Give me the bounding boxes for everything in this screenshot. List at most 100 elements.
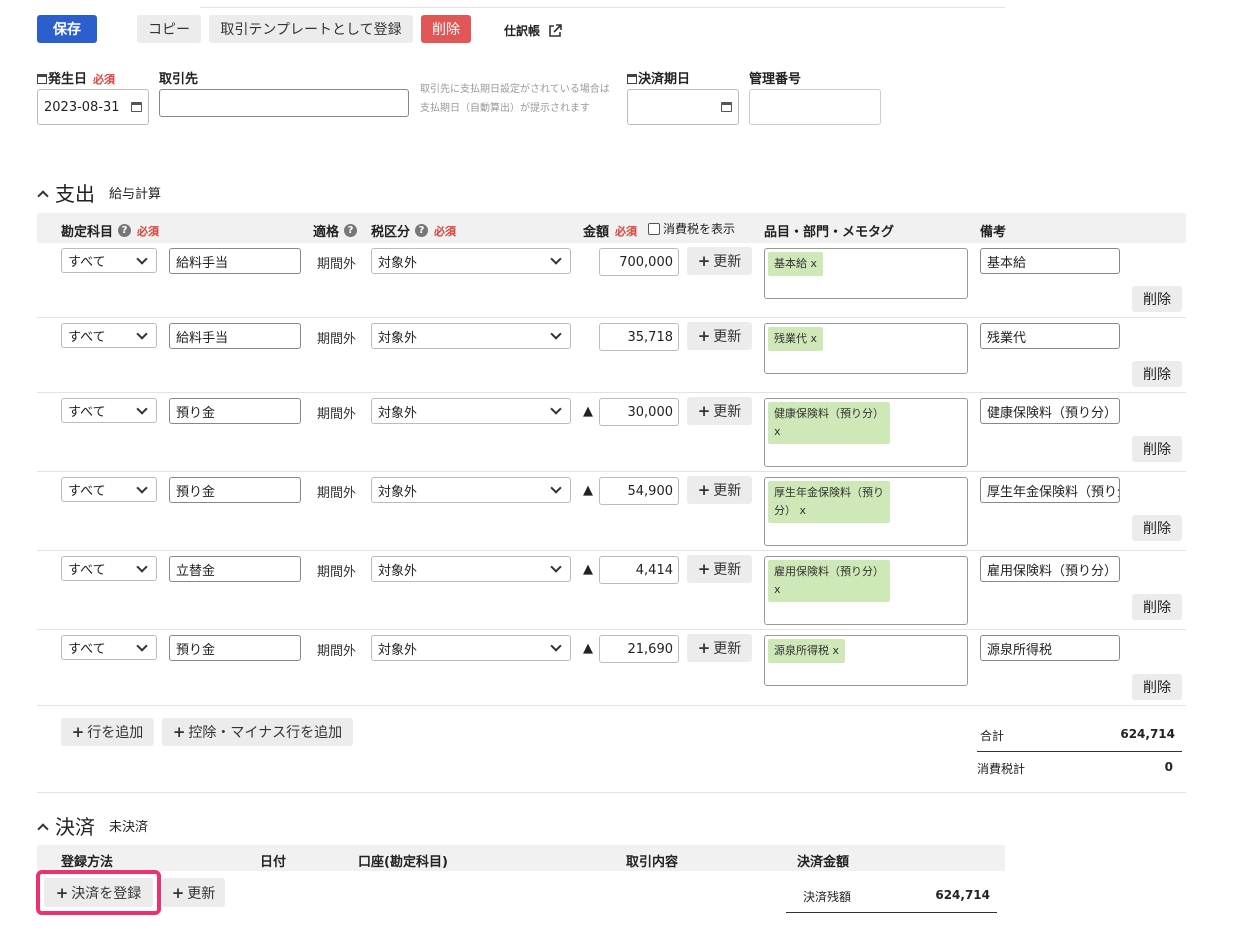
account-filter-select[interactable]: すべて — [61, 477, 157, 502]
tag-box[interactable]: 健康保険料（預り分） x — [764, 398, 968, 467]
collapse-caret-icon[interactable] — [37, 189, 49, 202]
copy-button[interactable]: コピー — [137, 15, 201, 43]
row-divider — [37, 471, 1186, 472]
tag-chip[interactable]: 源泉所得税 x — [768, 639, 846, 663]
account-filter-select[interactable]: すべて — [61, 248, 157, 273]
row-delete-button[interactable]: 削除 — [1132, 286, 1182, 312]
account-input[interactable]: 給料手当 — [169, 248, 301, 274]
occurrence-date-input[interactable]: 2023-08-31 — [37, 89, 149, 125]
row-delete-button[interactable]: 削除 — [1132, 515, 1182, 541]
note-input[interactable]: 残業代 — [980, 323, 1120, 349]
help-icon[interactable]: ? — [118, 224, 132, 237]
top-divider — [200, 7, 1005, 8]
add-row-button[interactable]: + 行を追加 — [61, 718, 154, 746]
tax-category-select[interactable]: 対象外 — [371, 477, 571, 503]
update-button[interactable]: + 更新 — [687, 476, 752, 504]
row-delete-button[interactable]: 削除 — [1132, 361, 1182, 387]
due-date-label: 決済期日 — [627, 68, 690, 87]
chevron-down-icon — [550, 328, 562, 340]
note-input[interactable]: 基本給 — [980, 248, 1120, 274]
tax-category-select[interactable]: 対象外 — [371, 323, 571, 349]
partner-input[interactable] — [159, 89, 409, 117]
update-button[interactable]: + 更新 — [687, 634, 752, 662]
show-tax-toggle[interactable]: 消費税を表示 — [648, 220, 735, 237]
account-input[interactable]: 預り金 — [169, 477, 301, 503]
calendar-icon[interactable] — [721, 102, 732, 112]
row-divider — [37, 705, 1186, 706]
tag-chip[interactable]: 残業代 x — [768, 327, 824, 351]
col-date: 日付 — [260, 855, 287, 870]
tag-chip[interactable]: 厚生年金保険料（預り 分） x — [768, 481, 890, 523]
journal-link[interactable]: 仕訳帳 — [504, 22, 562, 39]
calendar-icon[interactable] — [131, 102, 142, 112]
account-input[interactable]: 給料手当 — [169, 323, 301, 349]
account-input[interactable]: 立替金 — [169, 556, 301, 582]
row-delete-button[interactable]: 削除 — [1132, 594, 1182, 620]
note-input[interactable]: 雇用保険料（預り分） — [980, 556, 1120, 582]
show-tax-checkbox[interactable] — [648, 222, 660, 235]
account-input[interactable]: 預り金 — [169, 635, 301, 661]
note-input[interactable]: 源泉所得税 — [980, 635, 1120, 661]
account-input[interactable]: 預り金 — [169, 398, 301, 424]
tag-box[interactable]: 源泉所得税 x — [764, 635, 968, 686]
settlement-section-title[interactable]: 決済 未決済 — [37, 811, 148, 840]
management-number-input[interactable] — [749, 89, 881, 125]
settlement-update-button[interactable]: + 更新 — [162, 878, 225, 907]
tag-box[interactable]: 残業代 x — [764, 323, 968, 374]
help-icon[interactable]: ? — [344, 224, 358, 237]
expense-section-title[interactable]: 支出 給与計算 — [37, 178, 161, 207]
chevron-down-icon — [136, 639, 148, 652]
tag-chip[interactable]: 健康保険料（預り分） x — [768, 402, 890, 444]
qualified-status: 期間外 — [317, 332, 357, 347]
minus-marker: ▲ — [583, 483, 593, 498]
tax-total-value: 0 — [1164, 760, 1173, 774]
balance-divider — [786, 912, 997, 913]
tax-total-label: 消費税計 — [977, 762, 1026, 776]
tax-category-select[interactable]: 対象外 — [371, 635, 571, 661]
row-delete-button[interactable]: 削除 — [1132, 674, 1182, 700]
register-template-button[interactable]: 取引テンプレートとして登録 — [209, 15, 413, 43]
qualified-status: 期間外 — [317, 407, 357, 422]
update-button[interactable]: + 更新 — [687, 555, 752, 583]
save-button[interactable]: 保存 — [37, 15, 97, 43]
amount-input[interactable]: 700,000 — [599, 248, 679, 276]
collapse-caret-icon[interactable] — [37, 822, 49, 835]
chevron-down-icon — [550, 403, 562, 415]
external-link-icon — [549, 23, 562, 37]
amount-input[interactable]: 35,718 — [599, 323, 679, 351]
update-button[interactable]: + 更新 — [687, 397, 752, 425]
help-icon[interactable]: ? — [415, 224, 429, 237]
add-minus-row-button[interactable]: + 控除・マイナス行を追加 — [162, 718, 353, 746]
tag-box[interactable]: 厚生年金保険料（預り 分） x — [764, 477, 968, 546]
due-date-input[interactable] — [627, 89, 739, 125]
register-settlement-button[interactable]: + 決済を登録 — [44, 878, 153, 907]
account-filter-select[interactable]: すべて — [61, 398, 157, 423]
col-account: 勘定科目? 必須 — [61, 224, 160, 240]
qualified-status: 期間外 — [317, 486, 357, 501]
chevron-down-icon — [550, 482, 562, 494]
journal-label: 仕訳帳 — [504, 24, 541, 38]
amount-input[interactable]: 21,690 — [599, 635, 679, 663]
account-filter-select[interactable]: すべて — [61, 323, 157, 348]
section-divider — [37, 792, 1186, 793]
amount-input[interactable]: 30,000 — [599, 398, 679, 426]
tag-box[interactable]: 基本給 x — [764, 248, 968, 299]
tag-chip[interactable]: 基本給 x — [768, 252, 824, 276]
tax-category-select[interactable]: 対象外 — [371, 398, 571, 424]
tax-category-select[interactable]: 対象外 — [371, 248, 571, 274]
amount-input[interactable]: 4,414 — [599, 556, 679, 584]
total-divider — [977, 751, 1182, 752]
settlement-balance-label: 決済残額 — [803, 890, 852, 904]
note-input[interactable]: 厚生年金保険料（預り分 — [980, 477, 1120, 503]
tag-chip[interactable]: 雇用保険料（預り分） x — [768, 560, 890, 602]
tag-box[interactable]: 雇用保険料（預り分） x — [764, 556, 968, 625]
delete-button[interactable]: 削除 — [421, 15, 471, 43]
update-button[interactable]: + 更新 — [687, 322, 752, 350]
tax-category-select[interactable]: 対象外 — [371, 556, 571, 582]
row-delete-button[interactable]: 削除 — [1132, 436, 1182, 462]
account-filter-select[interactable]: すべて — [61, 635, 157, 660]
update-button[interactable]: + 更新 — [687, 247, 752, 275]
amount-input[interactable]: 54,900 — [599, 477, 679, 505]
note-input[interactable]: 健康保険料（預り分） — [980, 398, 1120, 424]
account-filter-select[interactable]: すべて — [61, 556, 157, 581]
